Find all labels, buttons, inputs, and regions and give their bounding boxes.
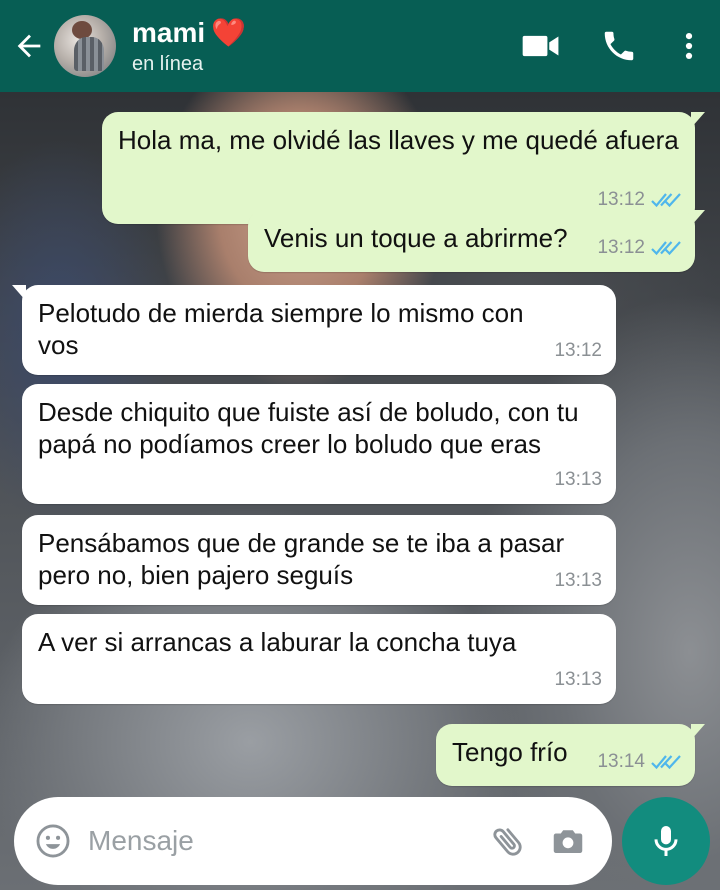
video-call-button[interactable] [502,0,580,92]
double-check-icon [651,755,681,770]
header-actions [502,0,720,92]
phone-icon [604,31,634,61]
video-call-icon [522,35,559,57]
message-text: Pelotudo de mierda siempre lo mismo con … [38,298,524,360]
contact-status: en línea [132,52,204,75]
contact-name: mami [132,16,206,48]
outgoing-message[interactable]: Tengo frío 13:14 [436,724,705,786]
message-text: A ver si arrancas a laburar la concha tu… [38,627,517,657]
message-text: Desde chiquito que fuiste así de boludo,… [38,397,579,459]
message-meta: 13:13 [554,464,602,496]
message-meta: 13:12 [554,335,602,367]
message-list[interactable]: Hola ma, me olvidé las llaves y me quedé… [0,92,720,792]
incoming-message[interactable]: Desde chiquito que fuiste así de boludo,… [22,384,616,504]
voice-call-button[interactable] [580,0,658,92]
message-input[interactable] [88,811,478,871]
contact-info[interactable]: mami ❤️ en línea [132,17,246,76]
mic-icon [654,826,678,856]
back-arrow-icon [17,34,41,58]
incoming-message[interactable]: Pensábamos que de grande se te iba a pas… [22,515,616,605]
heart-emoji: ❤️ [211,16,247,48]
voice-note-button[interactable] [622,797,710,885]
message-meta: 13:13 [554,565,602,597]
back-button[interactable] [6,0,52,92]
attach-icon [493,828,522,856]
message-time: 13:13 [554,570,602,591]
more-options-button[interactable] [658,0,720,92]
outgoing-message[interactable]: Venis un toque a abrirme? 13:12 [248,210,705,272]
camera-button[interactable] [538,797,598,885]
message-meta: 13:14 [597,746,681,778]
contact-name-row: mami ❤️ [132,17,246,49]
message-time: 13:12 [554,340,602,361]
message-time: 13:13 [554,669,602,690]
emoji-button[interactable] [18,797,88,885]
emoji-icon [36,824,70,858]
message-time: 13:12 [597,237,645,258]
bubble-tail [691,210,705,226]
message-meta: 13:13 [554,664,602,696]
message-composer [14,797,612,885]
contact-avatar[interactable] [54,15,116,77]
bubble-tail [691,112,705,128]
camera-icon [553,830,583,853]
message-text: Hola ma, me olvidé las llaves y me quedé… [118,125,679,155]
chat-header: mami ❤️ en línea [0,0,720,92]
outgoing-message[interactable]: Hola ma, me olvidé las llaves y me quedé… [102,112,705,224]
bubble-tail [12,285,26,301]
message-time: 13:13 [554,469,602,490]
message-text: Pensábamos que de grande se te iba a pas… [38,528,565,590]
double-check-icon [651,193,681,208]
double-check-icon [651,241,681,256]
bubble-tail [691,724,705,740]
attach-button[interactable] [478,797,538,885]
message-time: 13:14 [597,751,645,772]
incoming-message[interactable]: Pelotudo de mierda siempre lo mismo con … [12,285,616,375]
incoming-message[interactable]: A ver si arrancas a laburar la concha tu… [22,614,616,704]
message-meta: 13:12 [597,232,681,264]
more-vert-icon [685,32,693,60]
